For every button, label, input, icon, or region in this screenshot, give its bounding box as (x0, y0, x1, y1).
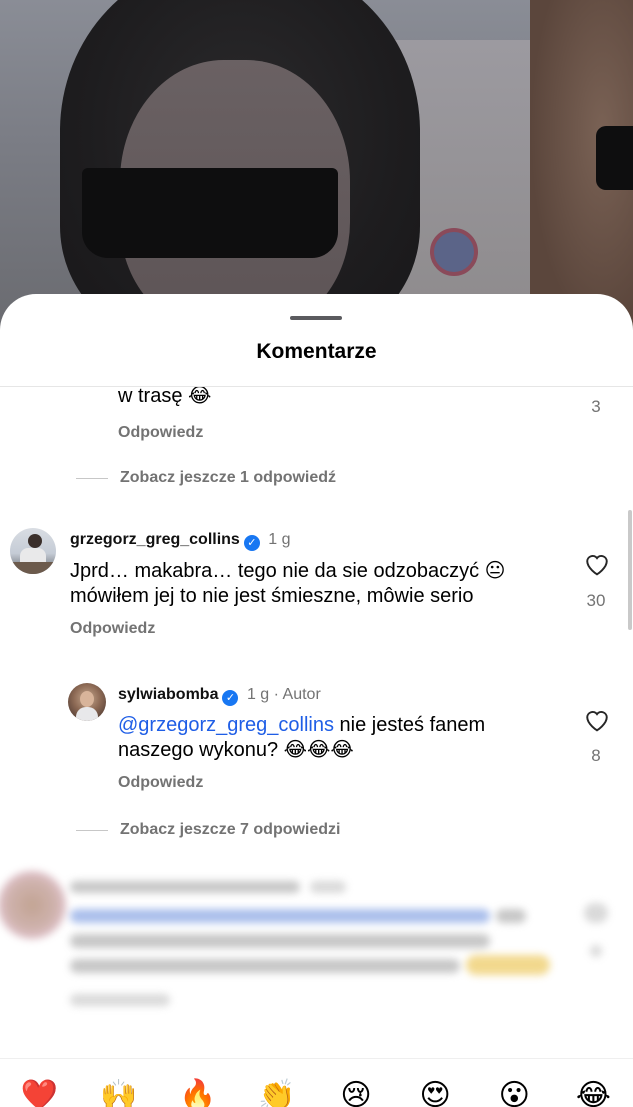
like-count: 8 (591, 746, 601, 765)
emoji-clapping-button[interactable]: 👏 (257, 1079, 297, 1107)
avatar[interactable] (10, 528, 56, 574)
emoji-raised-hands-button[interactable]: 🙌 (99, 1079, 139, 1107)
username[interactable]: sylwiabomba (118, 686, 218, 703)
view-more-replies-button[interactable]: Zobacz jeszcze 7 odpowiedzi (76, 821, 341, 839)
reply-text-line-1: @grzegorz_greg_collins nie jesteś fanem (118, 714, 486, 736)
sheet-title: Komentarze (256, 340, 377, 363)
emoji-crying-button[interactable]: 😢 (336, 1079, 376, 1107)
heart-icon[interactable] (584, 708, 610, 732)
avatar (0, 871, 66, 939)
reply-button[interactable]: Odpowiedz (118, 774, 203, 792)
emoji-fire-button[interactable]: 🔥 (178, 1079, 218, 1107)
emoji-heart-button[interactable]: ❤️ (20, 1079, 60, 1107)
comment-time: 1 g (268, 531, 291, 548)
reply-button[interactable]: Odpowiedz (70, 620, 155, 638)
reply-text: w trasę 😂 (118, 387, 212, 407)
reply-time: 1 g (246, 686, 270, 703)
scrollbar[interactable] (628, 510, 632, 630)
emoji-quick-reactions: ❤️ 🙌 🔥 👏 😢 😍 😮 😂 (0, 1058, 633, 1107)
reply-text-line-2: naszego wykonu? 😂😂😂 (118, 739, 354, 761)
like-count: 30 (586, 591, 606, 610)
verified-badge-icon: ✓ (243, 535, 260, 551)
verified-badge-icon: ✓ (222, 690, 239, 706)
avatar[interactable] (68, 683, 106, 721)
emoji-heart-eyes-button[interactable]: 😍 (415, 1079, 455, 1107)
author-label: Autor (282, 686, 321, 703)
view-more-replies-button[interactable]: Zobacz jeszcze 1 odpowiedź (76, 469, 336, 487)
reply-header: sylwiabomba ✓ 1 g · Autor (118, 686, 321, 706)
sheet-grab-handle[interactable] (290, 316, 342, 320)
comment-text-line-2: mówiłem jej to nie jest śmieszne, môwie … (70, 585, 474, 607)
background-photo (0, 0, 633, 330)
emoji-laughing-button[interactable]: 😂 (573, 1079, 613, 1107)
username[interactable]: grzegorz_greg_collins (70, 531, 240, 548)
comment-header: grzegorz_greg_collins ✓ 1 g (70, 531, 291, 551)
like-count: 3 (591, 397, 601, 416)
heart-icon[interactable] (584, 552, 610, 576)
comments-sheet: Komentarze w trasę 😂 3 Odpowiedz Zobacz … (0, 294, 633, 1107)
comments-list[interactable]: w trasę 😂 3 Odpowiedz Zobacz jeszcze 1 o… (0, 387, 633, 1047)
emoji-surprised-button[interactable]: 😮 (494, 1079, 534, 1107)
reply-button[interactable]: Odpowiedz (118, 424, 203, 442)
comment-text-line-1: Jprd… makabra… tego nie da sie odzobaczy… (70, 560, 506, 582)
mention-link[interactable]: @grzegorz_greg_collins (118, 714, 334, 736)
